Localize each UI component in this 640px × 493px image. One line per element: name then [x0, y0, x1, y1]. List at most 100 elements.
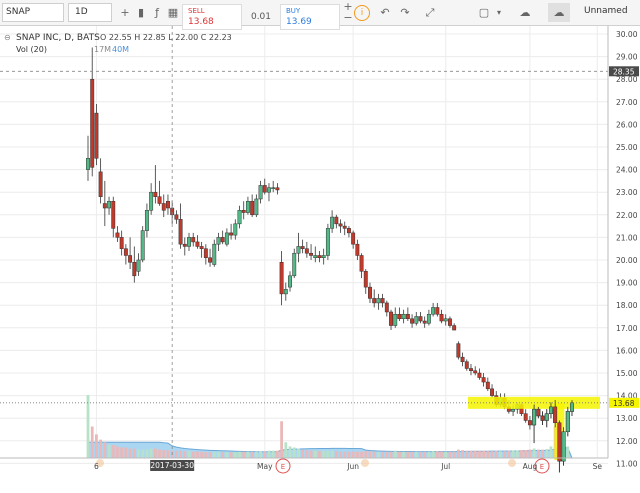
price-tick-label: 28.00 [616, 75, 638, 84]
volume-bar [503, 451, 507, 458]
volume-bar [452, 451, 456, 458]
volume-bar [187, 451, 191, 458]
volume-bar [377, 451, 380, 458]
indicators-icon[interactable]: ƒ [150, 3, 164, 22]
volume-bar [381, 451, 385, 458]
volume-bar [511, 450, 515, 458]
symbol-search-input[interactable]: SNAP [2, 3, 64, 22]
layout-name[interactable]: Unnamed [582, 3, 638, 22]
collapse-legend-icon[interactable]: ⊖ [4, 33, 11, 42]
fullscreen-icon[interactable]: ⤢ [422, 3, 438, 22]
volume-bar [486, 451, 490, 458]
candle-body [389, 311, 393, 326]
candle-body [456, 343, 461, 358]
candle-body [296, 246, 301, 254]
volume-bar [158, 449, 161, 458]
candle-body [279, 262, 284, 295]
redo-icon[interactable]: ↷ [398, 3, 412, 22]
volume-bar [90, 426, 94, 458]
candle-body [237, 210, 242, 225]
candle-body [128, 255, 133, 263]
interval-selector[interactable]: 1D [68, 3, 112, 22]
candle-body [267, 187, 271, 193]
volume-bar [515, 450, 519, 458]
color-picker-icon[interactable]: ▢ [476, 3, 492, 22]
price-tick-label: 29.00 [616, 53, 638, 62]
candle-body [431, 307, 436, 315]
candle-body [313, 255, 318, 258]
compare-plus-icon[interactable]: + [118, 3, 132, 22]
candle-style-icon[interactable]: ▮ [134, 3, 148, 22]
price-tick-label: 27.00 [616, 98, 638, 107]
candle-body [304, 248, 309, 254]
qty-minus-button[interactable]: − [342, 12, 354, 23]
crosshair-price-text: 28.35 [613, 67, 635, 76]
volume-bar [267, 450, 271, 458]
event-dot-icon[interactable] [508, 459, 516, 467]
buy-label: BUY [286, 7, 301, 15]
candle-body [485, 381, 490, 390]
cloud-load-icon[interactable]: ☁ [514, 3, 536, 22]
volume-bar [469, 450, 473, 458]
volume-bar [372, 451, 376, 458]
volume-legend-value-1: 17M [94, 45, 111, 54]
candle-body [229, 232, 234, 236]
volume-bar [347, 451, 351, 458]
candle-body [195, 241, 200, 247]
volume-bar [532, 448, 536, 458]
volume-bar [86, 395, 90, 458]
price-tick-label: 16.00 [616, 346, 638, 355]
price-chart[interactable]: E E 30.00 29.00 28.00 27.00 26.00 25.00 24.00 23… [0, 26, 640, 493]
price-tick-label: 18.00 [616, 301, 638, 310]
price-tick-label: 17.00 [616, 324, 638, 333]
candle-body [224, 232, 229, 245]
volume-bar [259, 451, 262, 458]
volume-bar [280, 421, 283, 458]
price-tick-label: 23.00 [616, 188, 638, 197]
volume-bar [507, 450, 511, 458]
info-icon[interactable]: i [354, 5, 370, 21]
candle-body [460, 356, 465, 362]
candle-body [250, 200, 255, 216]
volume-bar [225, 452, 229, 458]
candle-body [452, 325, 457, 331]
cloud-save-icon[interactable]: ☁ [548, 3, 570, 22]
candle-body [102, 203, 107, 209]
candle-body [536, 408, 541, 417]
candle-body [111, 200, 116, 229]
candle-body [321, 255, 326, 258]
undo-icon[interactable]: ↶ [378, 3, 392, 22]
volume-bar [478, 451, 481, 458]
candle-body [527, 420, 532, 426]
interval-text: 1D [75, 7, 88, 17]
templates-icon[interactable]: ▦ [166, 3, 180, 22]
candle-body [544, 413, 549, 421]
top-toolbar: SNAP 1D + ▮ ƒ ▦ SELL 13.68 0.01 BUY 13.6… [0, 0, 640, 30]
volume-bar [461, 450, 464, 458]
candle-body [338, 223, 343, 227]
candle-body [540, 415, 545, 421]
earnings-marker-letter: E [540, 463, 544, 471]
time-tick-label: Jul [440, 462, 450, 471]
chevron-down-icon[interactable]: ▾ [494, 3, 504, 22]
volume-bar [351, 451, 355, 458]
candle-body [405, 313, 410, 320]
time-tick-label: Se [593, 462, 603, 471]
price-tick-label: 22.00 [616, 211, 638, 220]
volume-bar [145, 449, 149, 458]
volume-bar [166, 450, 170, 458]
event-dot-icon[interactable] [361, 459, 369, 467]
volume-bar [208, 452, 212, 458]
candle-body [212, 243, 217, 265]
candle-body [216, 237, 221, 245]
volume-bar [456, 449, 460, 458]
candle-body [123, 248, 128, 256]
volume-bar [528, 449, 532, 458]
candle-body [309, 252, 314, 256]
candle-body [363, 271, 368, 288]
volume-bar [242, 451, 246, 458]
volume-bar [482, 450, 486, 458]
candle-body [511, 408, 516, 412]
candle-body [275, 187, 280, 191]
candle-body [532, 408, 537, 426]
